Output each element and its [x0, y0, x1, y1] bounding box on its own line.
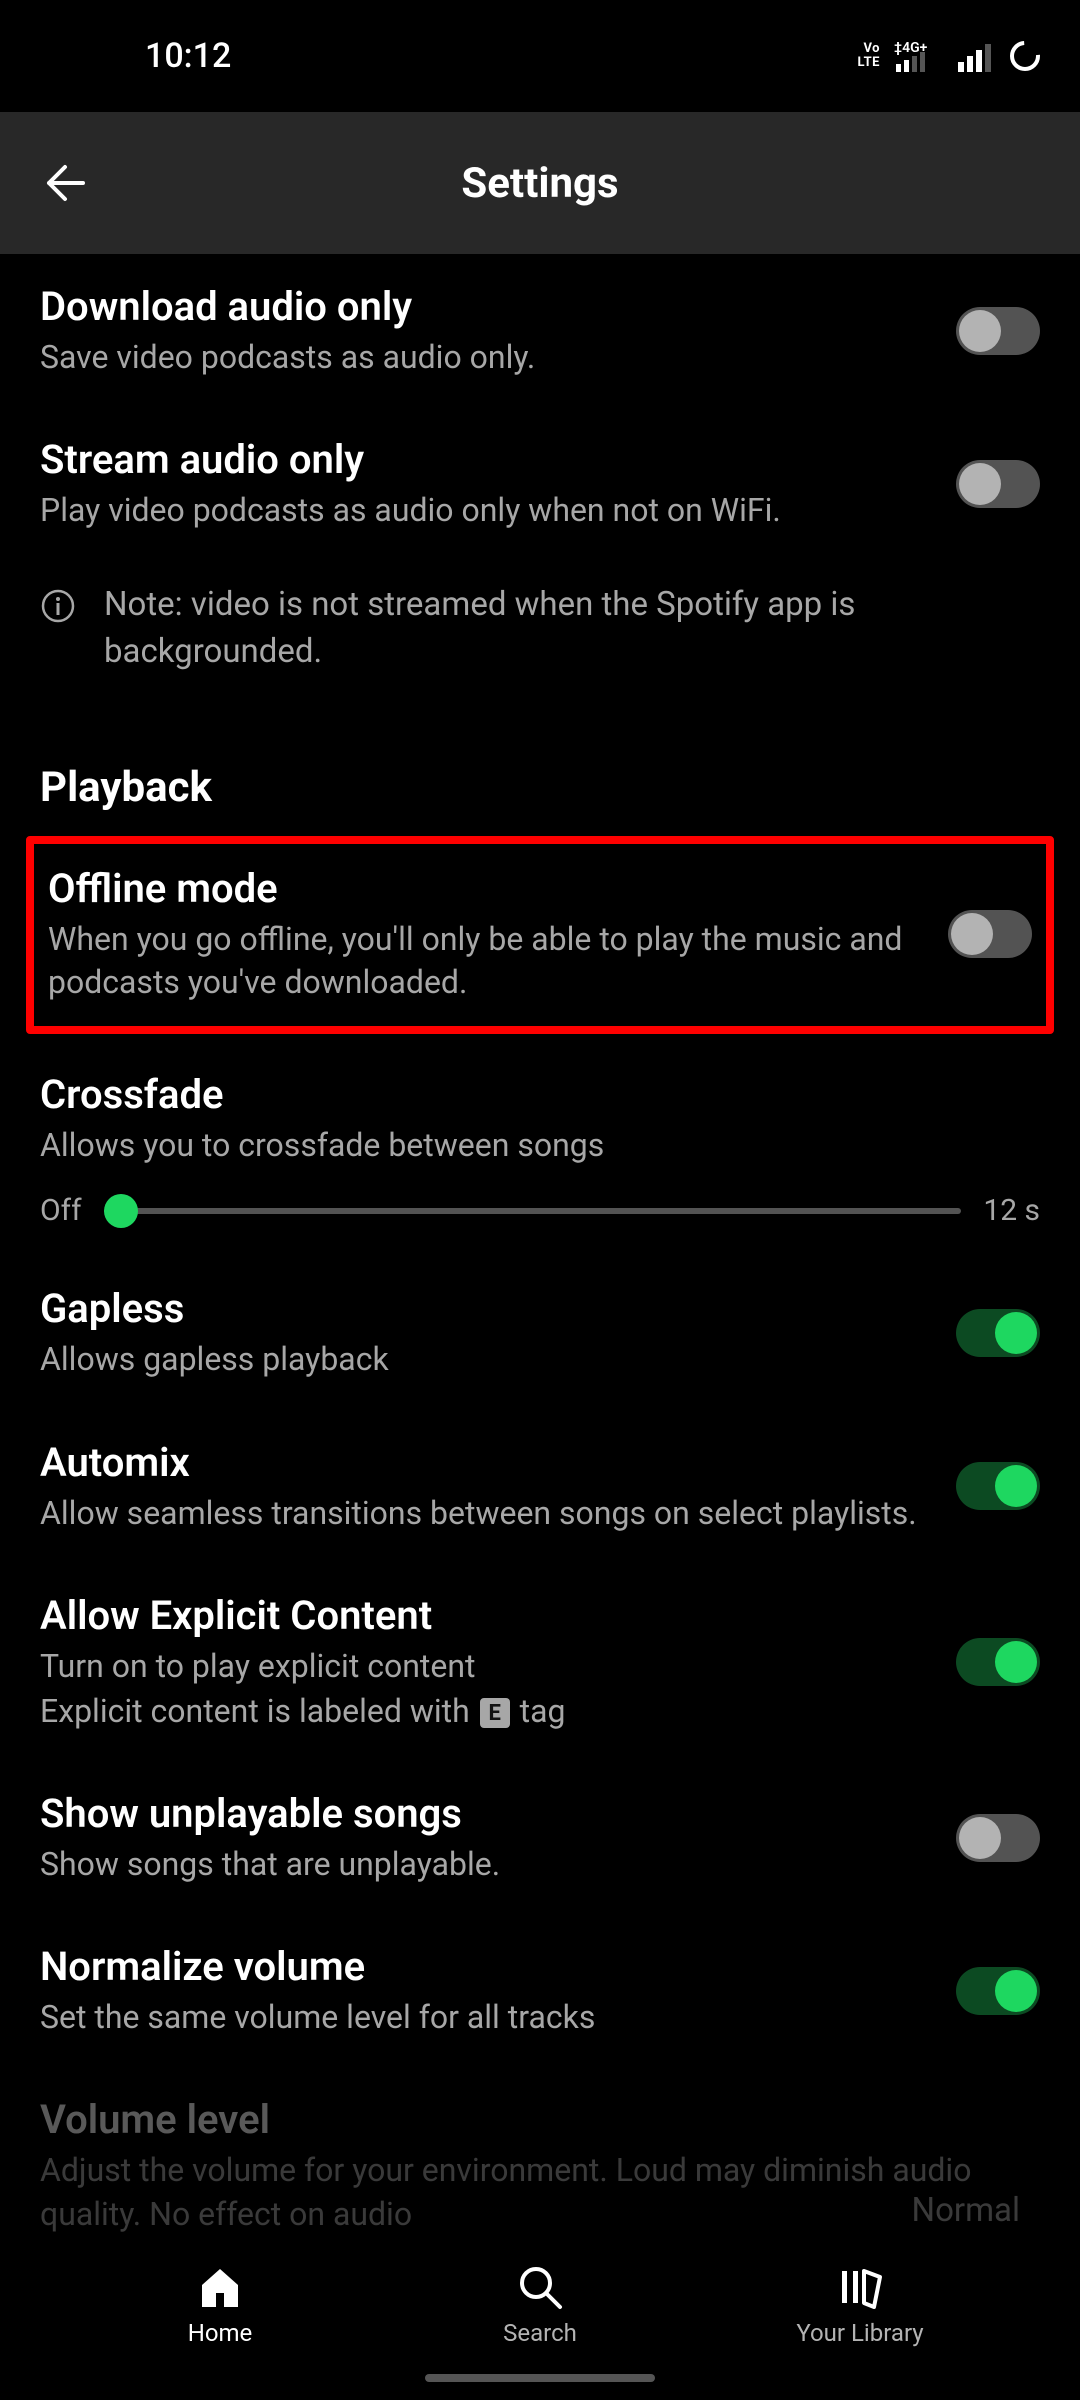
setting-crossfade: Crossfade Allows you to crossfade betwee…	[0, 1042, 1080, 1175]
setting-title: Stream audio only	[40, 435, 932, 485]
setting-title: Allow Explicit Content	[40, 1591, 932, 1641]
setting-normalize-volume[interactable]: Normalize volume Set the same volume lev…	[0, 1914, 1080, 2067]
crossfade-slider-row: Off 12 s	[0, 1175, 1080, 1256]
nav-home[interactable]: Home	[120, 2263, 320, 2347]
setting-title: Normalize volume	[40, 1942, 932, 1992]
slider-thumb[interactable]	[104, 1194, 138, 1228]
crossfade-min-label: Off	[40, 1193, 82, 1228]
toggle-normalize[interactable]	[956, 1967, 1040, 2015]
status-icons: Vo LTE ‡4G+	[858, 39, 1042, 73]
setting-offline-mode[interactable]: Offline mode When you go offline, you'll…	[34, 844, 1046, 1026]
setting-subtitle: Allows gapless playback	[40, 1338, 932, 1381]
setting-explicit[interactable]: Allow Explicit Content Turn on to play e…	[0, 1563, 1080, 1761]
crossfade-slider[interactable]	[104, 1208, 962, 1214]
settings-list: Download audio only Save video podcasts …	[0, 254, 1080, 2356]
section-header-playback: Playback	[0, 715, 1080, 832]
gesture-bar	[425, 2374, 655, 2382]
setting-subtitle: Allows you to crossfade between songs	[40, 1124, 1016, 1167]
setting-title: Crossfade	[40, 1070, 1016, 1120]
app-header: Settings	[0, 112, 1080, 254]
toggle-unplayable[interactable]	[956, 1814, 1040, 1862]
highlight-box: Offline mode When you go offline, you'll…	[26, 836, 1054, 1034]
toggle-explicit[interactable]	[956, 1638, 1040, 1686]
setting-title: Gapless	[40, 1284, 932, 1334]
volume-level-value: Normal	[912, 2191, 1020, 2230]
arrow-left-icon	[41, 159, 89, 207]
info-note: Note: video is not streamed when the Spo…	[0, 560, 1080, 714]
volte-indicator: Vo LTE	[858, 42, 880, 70]
setting-subtitle: Set the same volume level for all tracks	[40, 1996, 932, 2039]
nav-label: Your Library	[796, 2319, 923, 2347]
nav-label: Home	[188, 2319, 253, 2347]
toggle-stream-audio[interactable]	[956, 460, 1040, 508]
explicit-tag-icon: E	[480, 1698, 510, 1728]
setting-stream-audio-only[interactable]: Stream audio only Play video podcasts as…	[0, 407, 1080, 560]
crossfade-max-label: 12 s	[983, 1193, 1040, 1228]
info-icon	[40, 588, 76, 624]
setting-subtitle: Play video podcasts as audio only when n…	[40, 489, 932, 532]
nav-search[interactable]: Search	[440, 2263, 640, 2347]
home-icon	[196, 2263, 244, 2311]
setting-subtitle: When you go offline, you'll only be able…	[48, 918, 924, 1004]
setting-title: Download audio only	[40, 282, 932, 332]
library-icon	[836, 2263, 884, 2311]
info-text: Note: video is not streamed when the Spo…	[104, 582, 1040, 674]
toggle-gapless[interactable]	[956, 1309, 1040, 1357]
status-bar: 10:12 Vo LTE ‡4G+	[0, 0, 1080, 112]
signal-bars-icon	[958, 40, 994, 72]
setting-subtitle: Save video podcasts as audio only.	[40, 336, 932, 379]
setting-subtitle: Allow seamless transitions between songs…	[40, 1492, 932, 1535]
setting-gapless[interactable]: Gapless Allows gapless playback	[0, 1256, 1080, 1409]
setting-subtitle: Show songs that are unplayable.	[40, 1843, 932, 1886]
loading-circle-icon	[1008, 39, 1042, 73]
setting-subtitle: Turn on to play explicit content	[40, 1645, 932, 1688]
page-title: Settings	[0, 159, 1080, 208]
nav-library[interactable]: Your Library	[760, 2263, 960, 2347]
status-time: 10:12	[145, 36, 231, 76]
setting-subtitle: Adjust the volume for your environment. …	[40, 2149, 1016, 2235]
search-icon	[516, 2263, 564, 2311]
setting-title: Volume level	[40, 2095, 1016, 2145]
toggle-offline-mode[interactable]	[948, 910, 1032, 958]
back-button[interactable]	[20, 138, 110, 228]
toggle-automix[interactable]	[956, 1462, 1040, 1510]
setting-download-audio-only[interactable]: Download audio only Save video podcasts …	[0, 254, 1080, 407]
toggle-download-audio[interactable]	[956, 307, 1040, 355]
setting-automix[interactable]: Automix Allow seamless transitions betwe…	[0, 1410, 1080, 1563]
setting-unplayable[interactable]: Show unplayable songs Show songs that ar…	[0, 1761, 1080, 1914]
setting-title: Show unplayable songs	[40, 1789, 932, 1839]
setting-title: Offline mode	[48, 864, 924, 914]
setting-subtitle-2: Explicit content is labeled with E tag	[40, 1690, 932, 1733]
signal-4g-icon: ‡4G+	[894, 40, 944, 72]
nav-label: Search	[503, 2319, 577, 2347]
setting-title: Automix	[40, 1438, 932, 1488]
